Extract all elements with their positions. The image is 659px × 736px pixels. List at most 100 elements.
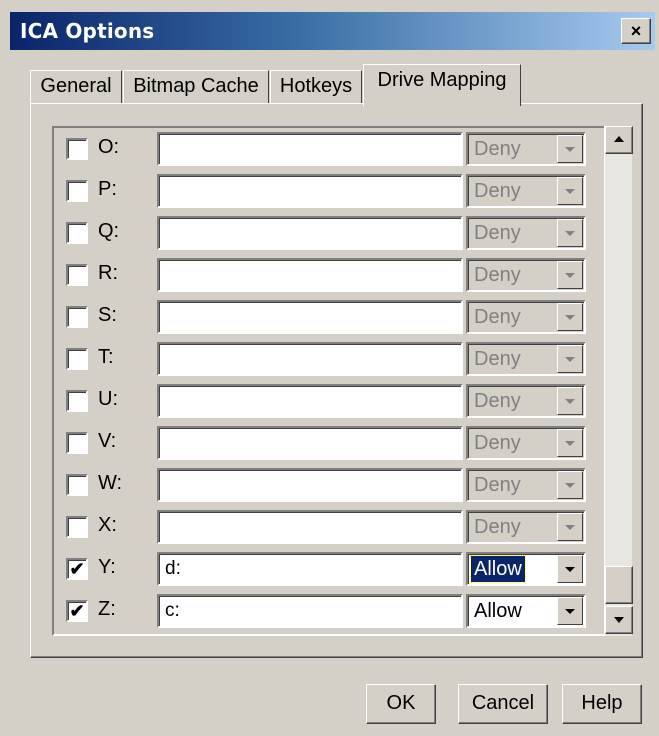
cancel-button[interactable]: Cancel bbox=[458, 684, 548, 724]
dropdown-button[interactable] bbox=[557, 597, 583, 625]
dropdown-button[interactable] bbox=[557, 177, 583, 205]
drive-row: R: Deny bbox=[54, 254, 594, 294]
drive-letter-label: W: bbox=[98, 472, 123, 494]
access-select[interactable]: Deny bbox=[466, 174, 586, 208]
chevron-down-icon bbox=[565, 483, 575, 488]
drive-checkbox[interactable]: ✔ bbox=[66, 600, 88, 622]
drive-checkbox[interactable] bbox=[66, 306, 88, 328]
dropdown-button[interactable] bbox=[557, 261, 583, 289]
dropdown-button[interactable] bbox=[557, 387, 583, 415]
scroll-thumb[interactable] bbox=[605, 566, 633, 604]
drive-letter-label: Q: bbox=[98, 220, 120, 242]
tab-general[interactable]: General bbox=[30, 70, 122, 104]
ok-button[interactable]: OK bbox=[366, 684, 436, 724]
access-value: Deny bbox=[474, 390, 521, 412]
access-select[interactable]: Deny bbox=[466, 468, 586, 502]
drive-path-input[interactable]: d: bbox=[157, 552, 463, 586]
drive-checkbox[interactable] bbox=[66, 138, 88, 160]
dropdown-button[interactable] bbox=[557, 555, 583, 583]
drive-letter-label: U: bbox=[98, 388, 118, 410]
drive-row: V: Deny bbox=[54, 422, 594, 462]
drive-letter-label: O: bbox=[98, 136, 120, 158]
drive-letter-label: T: bbox=[98, 346, 114, 368]
access-select[interactable]: Deny bbox=[466, 216, 586, 250]
drive-path-input[interactable] bbox=[157, 426, 463, 460]
drive-path-input[interactable] bbox=[157, 258, 463, 292]
tab-hotkeys[interactable]: Hotkeys bbox=[270, 70, 362, 104]
drive-letter-label: X: bbox=[98, 514, 117, 536]
dropdown-button[interactable] bbox=[557, 345, 583, 373]
checkmark-icon: ✔ bbox=[69, 601, 85, 621]
access-value: Deny bbox=[474, 516, 521, 538]
tab-drive-mapping[interactable]: Drive Mapping bbox=[363, 64, 521, 106]
drive-path-input[interactable] bbox=[157, 216, 463, 250]
dropdown-button[interactable] bbox=[557, 135, 583, 163]
chevron-down-icon bbox=[565, 231, 575, 236]
tab-bitmap-cache[interactable]: Bitmap Cache bbox=[123, 70, 269, 104]
access-value: Deny bbox=[474, 348, 521, 370]
access-select[interactable]: Allow bbox=[466, 552, 586, 586]
chevron-down-icon bbox=[565, 315, 575, 320]
access-value: Deny bbox=[474, 432, 521, 454]
drive-path-input[interactable] bbox=[157, 468, 463, 502]
scroll-up-button[interactable] bbox=[605, 126, 633, 154]
drive-path-input[interactable] bbox=[157, 300, 463, 334]
drive-path-input[interactable] bbox=[157, 132, 463, 166]
ica-options-dialog: ICA Options × General Bitmap Cache Hotke… bbox=[0, 0, 659, 736]
drive-checkbox[interactable] bbox=[66, 390, 88, 412]
drive-row: ✔ Z: c: Allow bbox=[54, 590, 594, 630]
access-value: Allow bbox=[470, 555, 526, 583]
drive-checkbox[interactable] bbox=[66, 222, 88, 244]
drive-letter-label: R: bbox=[98, 262, 118, 284]
chevron-down-icon bbox=[565, 189, 575, 194]
access-value: Deny bbox=[474, 222, 521, 244]
chevron-down-icon bbox=[565, 441, 575, 446]
arrow-down-icon bbox=[614, 617, 624, 623]
drive-letter-label: Y: bbox=[98, 556, 116, 578]
drive-list-scrollbar[interactable] bbox=[604, 126, 633, 636]
drive-letter-label: S: bbox=[98, 304, 117, 326]
access-select[interactable]: Deny bbox=[466, 258, 586, 292]
drive-row: Q: Deny bbox=[54, 212, 594, 252]
drive-checkbox[interactable]: ✔ bbox=[66, 558, 88, 580]
access-select[interactable]: Deny bbox=[466, 132, 586, 166]
drive-row: W: Deny bbox=[54, 464, 594, 504]
access-select[interactable]: Deny bbox=[466, 384, 586, 418]
help-button[interactable]: Help bbox=[562, 684, 642, 724]
drive-path-input[interactable] bbox=[157, 342, 463, 376]
access-select[interactable]: Deny bbox=[466, 300, 586, 334]
drive-checkbox[interactable] bbox=[66, 432, 88, 454]
drive-checkbox[interactable] bbox=[66, 348, 88, 370]
dropdown-button[interactable] bbox=[557, 471, 583, 499]
dropdown-button[interactable] bbox=[557, 513, 583, 541]
dropdown-button[interactable] bbox=[557, 429, 583, 457]
drive-row: S: Deny bbox=[54, 296, 594, 336]
access-select[interactable]: Deny bbox=[466, 510, 586, 544]
title-bar: ICA Options × bbox=[10, 12, 655, 50]
drive-row: ✔ Y: d: Allow bbox=[54, 548, 594, 588]
drive-path-input[interactable]: c: bbox=[157, 594, 463, 628]
drive-checkbox[interactable] bbox=[66, 264, 88, 286]
drive-checkbox[interactable] bbox=[66, 516, 88, 538]
drive-path-input[interactable] bbox=[157, 510, 463, 544]
close-button[interactable]: × bbox=[621, 18, 651, 44]
access-value: Deny bbox=[474, 474, 521, 496]
drive-row: T: Deny bbox=[54, 338, 594, 378]
access-select[interactable]: Deny bbox=[466, 426, 586, 460]
drive-path-input[interactable] bbox=[157, 174, 463, 208]
checkmark-icon: ✔ bbox=[69, 559, 85, 579]
drive-path-input[interactable] bbox=[157, 384, 463, 418]
access-select[interactable]: Deny bbox=[466, 342, 586, 376]
dropdown-button[interactable] bbox=[557, 303, 583, 331]
chevron-down-icon bbox=[565, 273, 575, 278]
drive-checkbox[interactable] bbox=[66, 180, 88, 202]
chevron-down-icon bbox=[565, 399, 575, 404]
dropdown-button[interactable] bbox=[557, 219, 583, 247]
drive-checkbox[interactable] bbox=[66, 474, 88, 496]
access-select[interactable]: Allow bbox=[466, 594, 586, 628]
chevron-down-icon bbox=[565, 357, 575, 362]
access-value: Deny bbox=[474, 138, 521, 160]
scroll-down-button[interactable] bbox=[605, 606, 633, 634]
drive-row: U: Deny bbox=[54, 380, 594, 420]
drive-letter-label: P: bbox=[98, 178, 117, 200]
